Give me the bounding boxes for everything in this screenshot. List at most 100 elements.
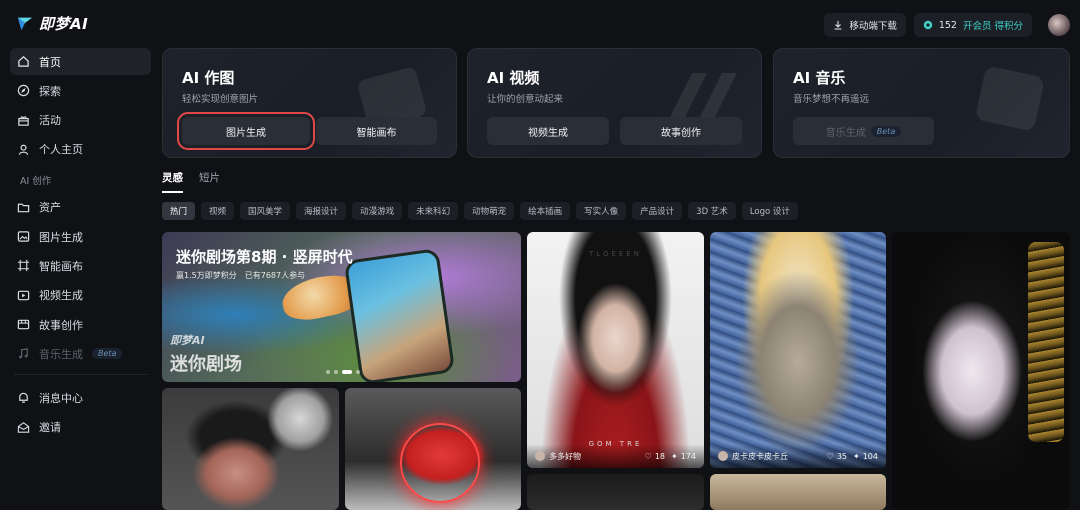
- chip-video[interactable]: 视频: [201, 202, 235, 220]
- banner-art-phone: [343, 247, 456, 382]
- topbar: 移动端下载 152 开会员 得积分: [824, 12, 1070, 38]
- story-icon: [17, 319, 30, 330]
- category-chips: 热门 视频 国风美学 海报设计 动漫游戏 未来科幻 动物萌宠 绘本插画 写实人像…: [162, 202, 798, 220]
- gallery-item-cat[interactable]: 皮卡皮卡皮卡丘 ♡ 35 ✦ 104: [710, 232, 886, 468]
- vip-link[interactable]: 开会员 得积分: [963, 18, 1023, 32]
- tab-shorts[interactable]: 短片: [199, 170, 220, 193]
- chip-logo[interactable]: Logo 设计: [741, 202, 798, 220]
- gallery-item-doll[interactable]: [162, 388, 339, 510]
- user-icon: [18, 144, 29, 155]
- image-gen-icon: [17, 231, 30, 242]
- author-avatar: [718, 451, 728, 461]
- music-gen-label: 音乐生成: [825, 127, 866, 139]
- chip-poster[interactable]: 海报设计: [296, 202, 347, 220]
- remix-stat[interactable]: ✦ 104: [853, 452, 878, 461]
- image-gen-button[interactable]: 图片生成: [177, 112, 315, 150]
- video-icon: [17, 290, 30, 301]
- remix-count: 104: [862, 451, 878, 461]
- banner-logo-title: 迷你剧场: [170, 354, 242, 375]
- home-icon: [18, 56, 29, 67]
- tile-footer: 皮卡皮卡皮卡丘 ♡ 35 ✦ 104: [710, 444, 886, 468]
- carousel-dot[interactable]: [326, 370, 330, 374]
- gallery-item-red-sun[interactable]: [345, 388, 521, 510]
- chip-picture-book[interactable]: 绘本插画: [520, 202, 571, 220]
- card-decoration: [976, 67, 1044, 130]
- carousel-dot[interactable]: [356, 370, 360, 374]
- folder-icon: [17, 203, 30, 213]
- banner-title: 迷你剧场第8期 · 竖屏时代: [176, 248, 353, 266]
- card-title: AI 视频: [487, 69, 540, 87]
- like-stat[interactable]: ♡ 18: [645, 452, 665, 461]
- video-gen-button[interactable]: 视频生成: [487, 117, 609, 145]
- card-subtitle: 音乐梦想不再遥远: [793, 94, 870, 105]
- carousel-dots[interactable]: [326, 370, 360, 374]
- sidebar-item-label: 首页: [39, 55, 61, 69]
- gallery-item[interactable]: [527, 474, 704, 510]
- story-create-button[interactable]: 故事创作: [620, 117, 742, 145]
- logo-icon: [17, 17, 33, 31]
- sidebar-item-label: 智能画布: [39, 259, 83, 273]
- card-subtitle: 轻松实现创意图片: [182, 94, 259, 105]
- sidebar-item-label: 故事创作: [39, 318, 83, 332]
- sidebar-item-label: 个人主页: [39, 143, 83, 157]
- sparkle-icon: ✦: [853, 451, 860, 461]
- promo-banner[interactable]: 迷你剧场第8期 · 竖屏时代 赢1.5万即梦积分 已有7687人参与 即梦AI …: [162, 232, 521, 382]
- section-ai-create: AI 创作: [20, 175, 52, 187]
- smart-canvas-button[interactable]: 智能画布: [316, 117, 437, 145]
- gift-icon: [18, 115, 29, 126]
- carousel-dot[interactable]: [334, 370, 338, 374]
- chip-scifi[interactable]: 未来科幻: [408, 202, 459, 220]
- sidebar-item-messages[interactable]: 消息中心: [10, 384, 151, 411]
- banner-meta: 赢1.5万即梦积分 已有7687人参与: [176, 270, 305, 281]
- sidebar-item-canvas[interactable]: 智能画布: [10, 252, 151, 279]
- download-label: 移动端下载: [849, 21, 897, 32]
- credits-count: 152: [938, 19, 957, 31]
- sidebar-item-events[interactable]: 活动: [10, 107, 151, 134]
- card-subtitle: 让你的创意动起来: [487, 94, 564, 105]
- tab-inspiration[interactable]: 灵感: [162, 170, 183, 193]
- chip-portrait[interactable]: 写实人像: [576, 202, 627, 220]
- like-count: 35: [836, 451, 848, 461]
- sidebar-item-profile[interactable]: 个人主页: [10, 136, 151, 163]
- chip-product[interactable]: 产品设计: [632, 202, 683, 220]
- card-ai-music: AI 音乐 音乐梦想不再遥远 音乐生成 Beta: [773, 48, 1070, 158]
- sidebar-item-assets[interactable]: 资产: [10, 194, 151, 221]
- user-avatar[interactable]: [1048, 14, 1070, 36]
- sidebar-item-music-gen[interactable]: 音乐生成 Beta: [10, 340, 151, 367]
- banner-reward: 赢1.5万即梦积分: [176, 271, 237, 280]
- sidebar-item-label: 图片生成: [39, 230, 83, 244]
- chip-hot[interactable]: 热门: [162, 202, 196, 220]
- tile-footer: 多多好物 ♡ 18 ✦ 174: [527, 444, 704, 468]
- author[interactable]: 多多好物: [535, 451, 639, 462]
- sidebar-item-invite[interactable]: 邀请: [10, 414, 151, 441]
- remix-count: 174: [680, 451, 696, 461]
- gallery-item-portrait[interactable]: TLOEEEN GOM TRE 多多好物 ♡18 ✦174: [527, 232, 704, 468]
- sidebar-item-video-gen[interactable]: 视频生成: [10, 282, 151, 309]
- sidebar-item-story[interactable]: 故事创作: [10, 311, 151, 338]
- gallery-item[interactable]: [710, 474, 886, 510]
- chip-anime-game[interactable]: 动漫游戏: [352, 202, 403, 220]
- like-count: 18: [654, 451, 666, 461]
- chip-guofeng[interactable]: 国风美学: [240, 202, 291, 220]
- mobile-download-button[interactable]: 移动端下载: [824, 13, 906, 37]
- like-stat[interactable]: ♡ 35: [827, 452, 847, 461]
- bell-icon: [19, 393, 28, 404]
- sidebar-item-image-gen[interactable]: 图片生成: [10, 223, 151, 250]
- remix-stat[interactable]: ✦ 174: [671, 452, 696, 461]
- sidebar-item-label: 资产: [39, 201, 61, 215]
- author[interactable]: 皮卡皮卡皮卡丘: [718, 451, 821, 462]
- music-gen-button[interactable]: 音乐生成 Beta: [793, 117, 934, 145]
- carousel-dot-active[interactable]: [342, 370, 352, 374]
- heart-icon: ♡: [644, 451, 652, 461]
- credits-pill[interactable]: 152 开会员 得积分: [913, 13, 1032, 37]
- app-logo[interactable]: 即梦AI: [16, 12, 88, 34]
- chip-3d-art[interactable]: 3D 艺术: [688, 202, 736, 220]
- chip-pets[interactable]: 动物萌宠: [464, 202, 515, 220]
- sidebar-item-explore[interactable]: 探索: [10, 77, 151, 104]
- card-title: AI 音乐: [793, 69, 846, 87]
- sidebar-item-home[interactable]: 首页: [10, 48, 151, 75]
- download-icon: [834, 21, 842, 30]
- card-ai-image: AI 作图 轻松实现创意图片 图片生成 智能画布: [162, 48, 457, 158]
- gallery-item-skull-makeup[interactable]: [892, 232, 1070, 510]
- sidebar-item-label: 邀请: [39, 421, 61, 435]
